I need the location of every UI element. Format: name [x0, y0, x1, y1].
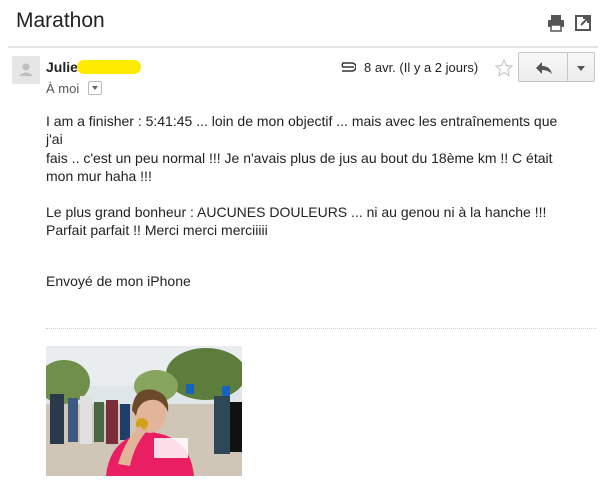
reply-button[interactable]	[518, 52, 568, 82]
more-actions-button[interactable]	[567, 52, 595, 82]
attachment-divider	[46, 328, 596, 329]
star-icon[interactable]	[494, 58, 514, 78]
subject-bar: Marathon	[0, 0, 600, 46]
body-line: Le plus grand bonheur : AUCUNES DOULEURS…	[46, 204, 547, 221]
open-in-new-window-icon[interactable]	[574, 14, 592, 32]
reply-arrow-icon	[536, 62, 552, 74]
recipient-details-dropdown[interactable]	[88, 81, 102, 95]
email-signature: Envoyé de mon iPhone	[46, 273, 191, 289]
paperclip-icon	[341, 62, 356, 72]
body-line: fais .. c'est un peu normal !!! Je n'ava…	[46, 149, 553, 166]
body-line: mon mur haha !!!	[46, 167, 152, 184]
avatar	[12, 56, 40, 84]
redaction-mark	[77, 60, 141, 74]
message-body: I am a finisher : 5:41:45 ... loin de mo…	[46, 112, 576, 240]
email-subject: Marathon	[16, 9, 105, 32]
body-line: I am a finisher : 5:41:45 ... loin de mo…	[46, 113, 558, 148]
default-avatar-icon	[19, 63, 33, 76]
marathon-finisher-photo	[46, 346, 242, 476]
attachment-photo[interactable]	[46, 346, 242, 476]
sender-name[interactable]: Julie	[46, 59, 78, 75]
body-line: Parfait parfait !! Merci merci merciiiii	[46, 222, 268, 239]
recipient-label: À moi	[46, 81, 80, 96]
printer-icon[interactable]	[547, 14, 565, 32]
message-date: 8 avr. (Il y a 2 jours)	[364, 60, 479, 75]
subject-divider	[8, 46, 598, 48]
